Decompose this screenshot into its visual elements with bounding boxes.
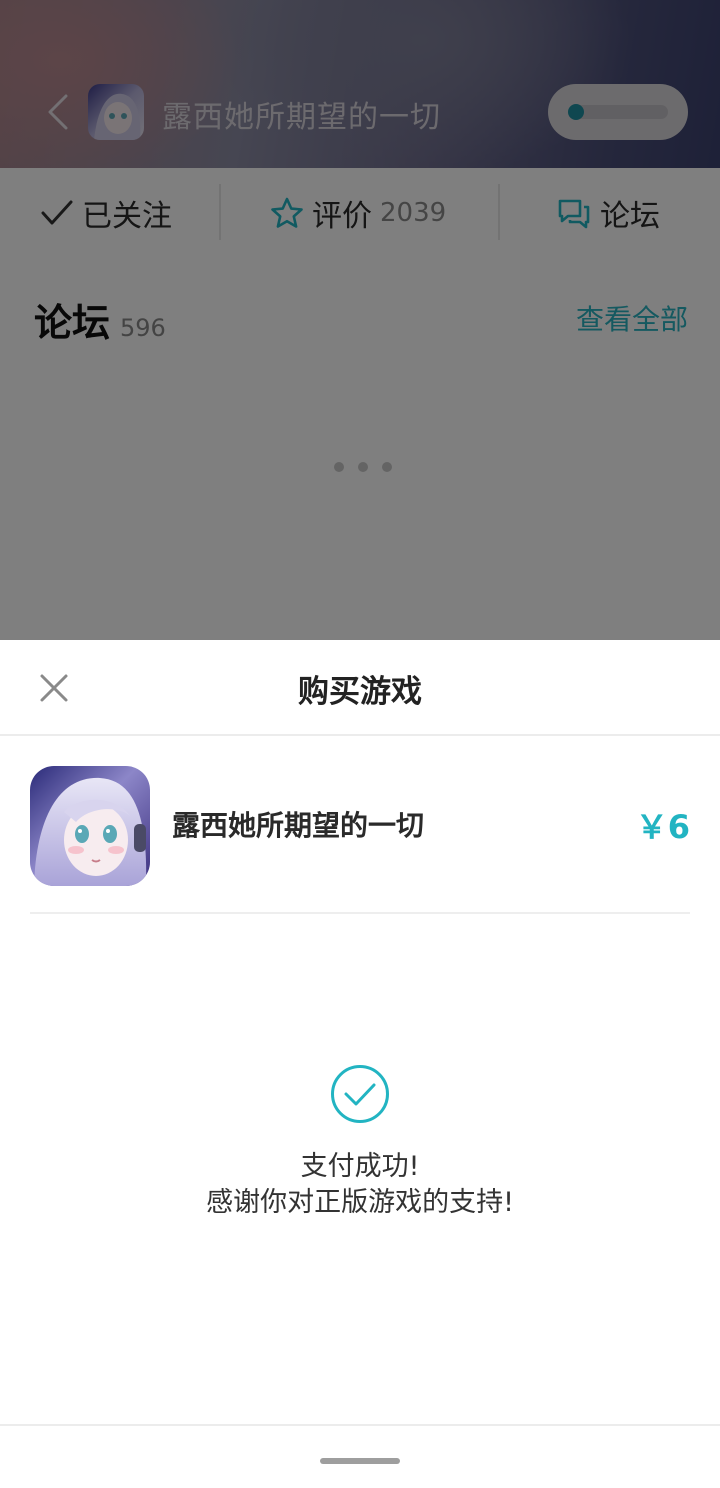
sheet-header: 购买游戏 (0, 640, 720, 736)
modal-backdrop[interactable] (0, 0, 720, 640)
payment-success-text: 支付成功! (300, 1151, 420, 1182)
game-name: 露西她所期望的一切 (172, 809, 425, 842)
home-indicator[interactable] (320, 1458, 400, 1464)
game-price: ￥6 (635, 808, 690, 846)
gesture-nav-area (0, 1424, 720, 1488)
purchase-sheet: 购买游戏 露西她所期望的一切 ￥6 支付成功! 感谢你对正版游戏的支持! (0, 640, 720, 1488)
thanks-message: 感谢你对正版游戏的支持! (206, 1187, 514, 1218)
game-item-row: 露西她所期望的一切 ￥6 (30, 764, 690, 914)
success-check-icon (330, 1064, 390, 1124)
sheet-title: 购买游戏 (298, 674, 422, 710)
game-icon (30, 766, 150, 886)
